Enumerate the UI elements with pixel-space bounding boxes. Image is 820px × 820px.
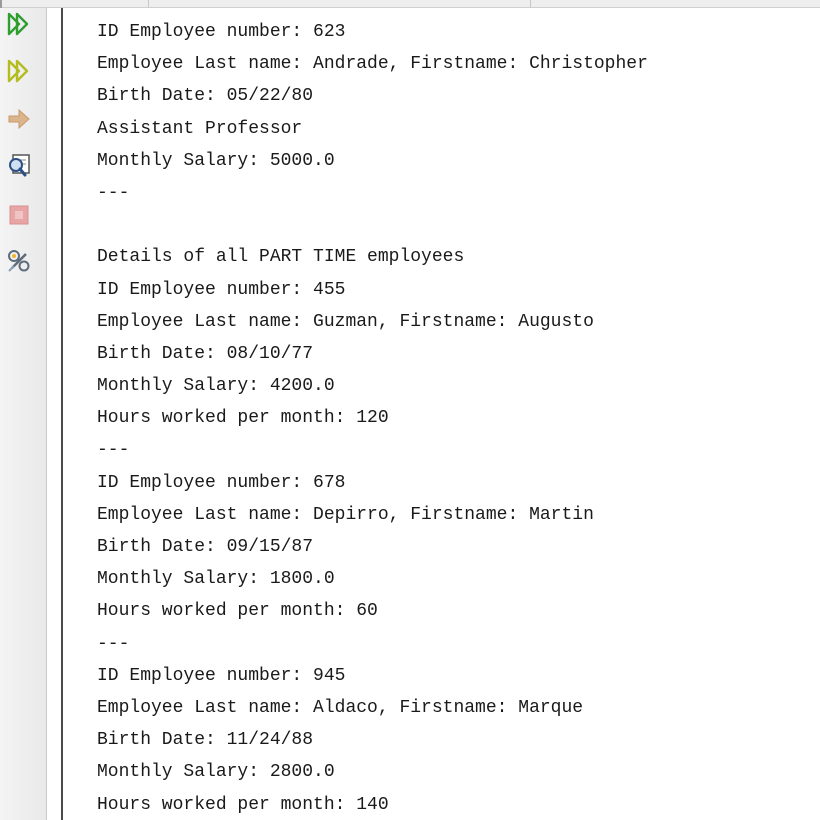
rerun-button[interactable] (5, 12, 33, 40)
console-line: Monthly Salary: 5000.0 (97, 150, 335, 171)
console-line: ID Employee number: 455 (97, 279, 346, 300)
console-line: --- (97, 182, 130, 203)
console-line: Employee Last name: Depirro, Firstname: … (97, 504, 594, 525)
console-output[interactable]: ID Employee number: 623 Employee Last nam… (97, 16, 820, 820)
output-window: ID Employee number: 623 Employee Last nam… (0, 0, 820, 820)
console-line: --- (97, 440, 130, 461)
settings-button[interactable] (5, 249, 33, 277)
search-window-icon (6, 152, 32, 183)
double-play-yellow-icon (6, 58, 32, 89)
rerun-with-changes-button[interactable] (5, 59, 33, 87)
console-line: ID Employee number: 678 (97, 472, 346, 493)
console-line: Employee Last name: Guzman, Firstname: A… (97, 311, 594, 332)
console-line: Hours worked per month: 140 (97, 794, 389, 815)
console-line: ID Employee number: 623 (97, 22, 346, 42)
console-line: Birth Date: 09/15/87 (97, 537, 314, 557)
panel-top-edge (0, 0, 820, 8)
output-toolbar (0, 8, 47, 820)
console-line: Hours worked per month: 120 (97, 408, 389, 429)
tools-icon (6, 248, 32, 279)
continue-button[interactable] (5, 107, 33, 135)
console-line: Assistant Professor (97, 118, 303, 139)
output-gutter (47, 8, 61, 820)
console-line: Birth Date: 11/24/88 (97, 730, 314, 751)
gutter-separator (61, 8, 63, 820)
console-line: Monthly Salary: 4200.0 (97, 376, 335, 397)
console-line: Birth Date: 08/10/77 (97, 343, 314, 364)
double-play-green-icon (6, 11, 32, 42)
stop-icon (6, 202, 32, 233)
console-line: Details of all PART TIME employees (97, 247, 465, 268)
stop-button[interactable] (5, 203, 33, 231)
find-button[interactable] (5, 153, 33, 181)
console-line: Employee Last name: Aldaco, Firstname: M… (97, 697, 584, 718)
console-line: Birth Date: 05/22/80 (97, 86, 314, 107)
arrow-right-icon (6, 106, 32, 137)
console-line: Hours worked per month: 60 (97, 601, 378, 622)
console-line: Employee Last name: Andrade, Firstname: … (97, 54, 648, 75)
console-line: --- (97, 633, 130, 654)
console-line: ID Employee number: 945 (97, 665, 346, 686)
console-line: Monthly Salary: 1800.0 (97, 569, 335, 590)
console-line: Monthly Salary: 2800.0 (97, 762, 335, 783)
